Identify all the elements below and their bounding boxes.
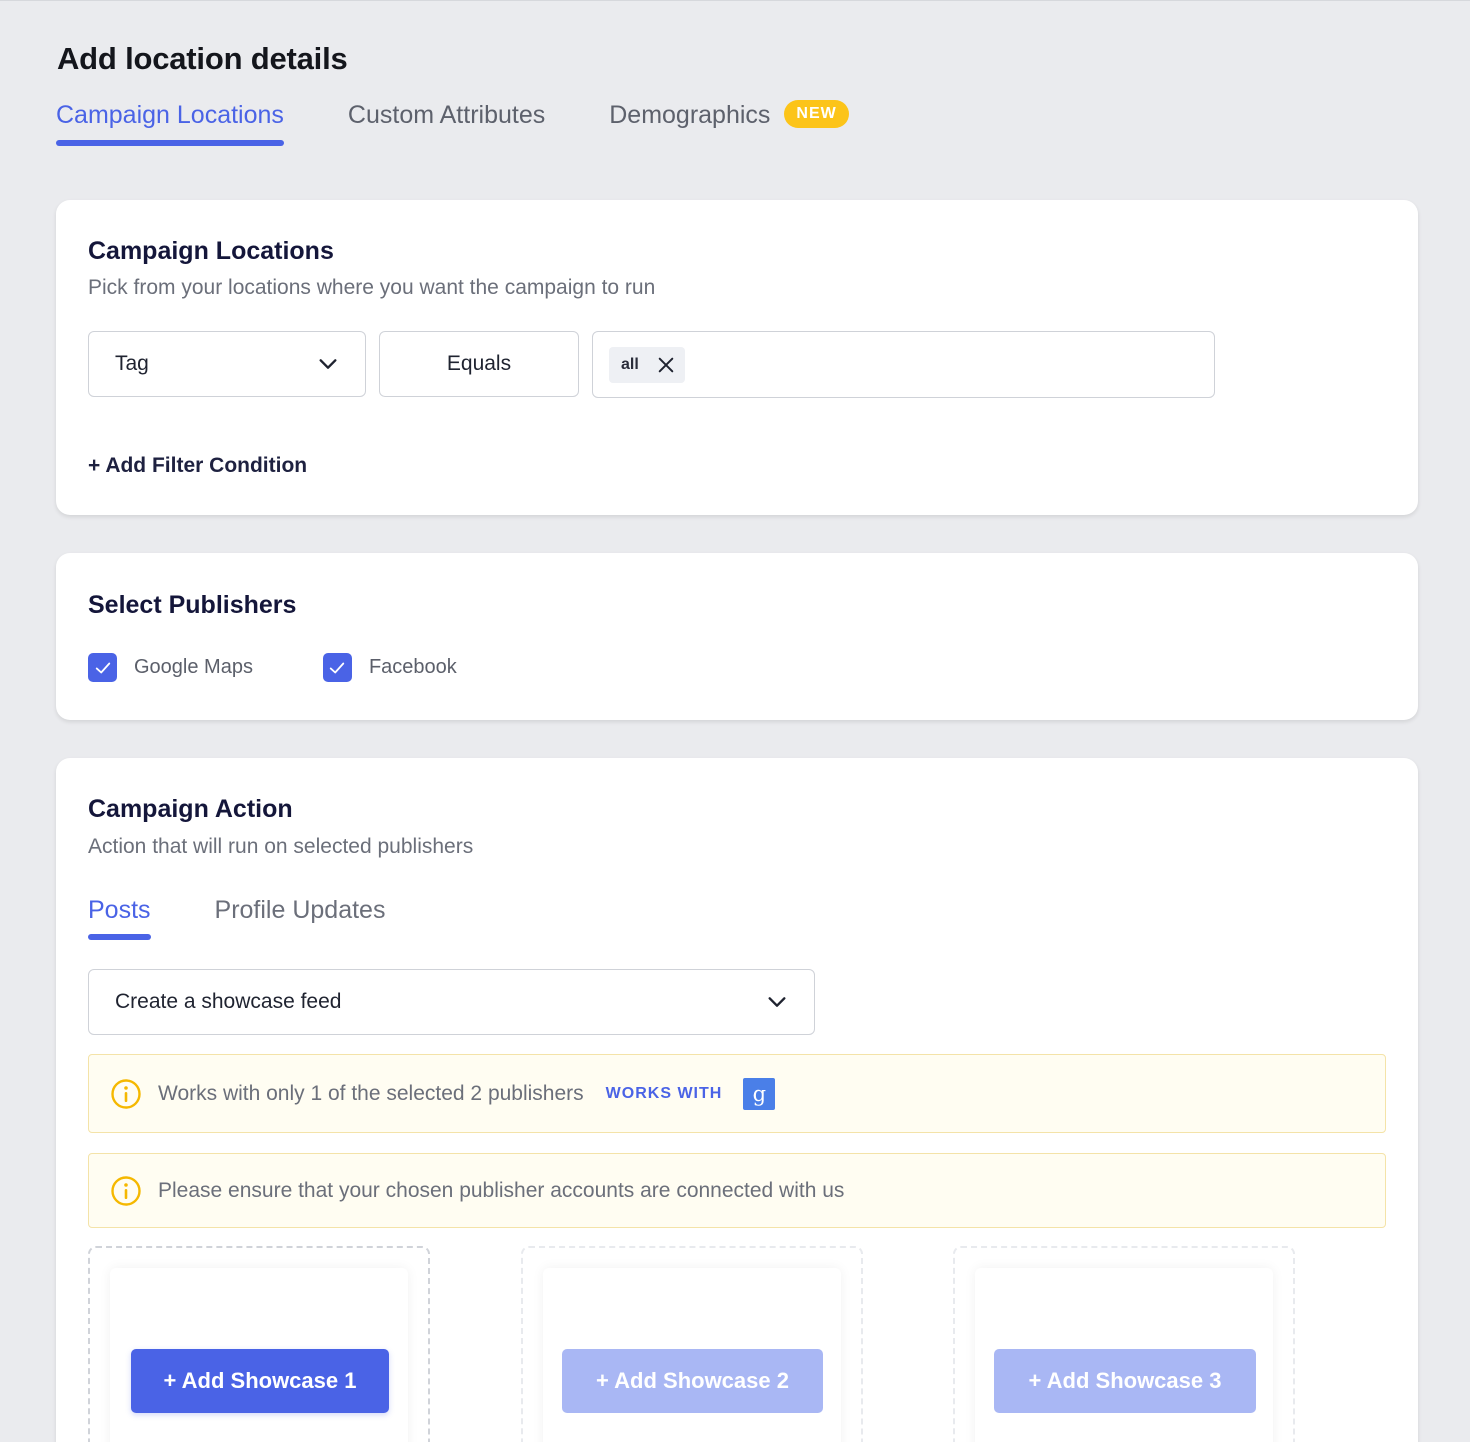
account-connection-alert: Please ensure that your chosen publisher… xyxy=(88,1153,1386,1228)
publisher-facebook[interactable]: Facebook xyxy=(322,653,457,682)
showcase-slot-1: + Add Showcase 1 xyxy=(88,1246,430,1442)
action-tabs: Posts Profile Updates xyxy=(88,896,449,940)
checkbox-checked-icon[interactable] xyxy=(322,653,352,682)
tab-label: Custom Attributes xyxy=(347,101,546,129)
select-publishers-card: Select Publishers Google Maps Facebook xyxy=(56,553,1418,720)
tag-chip: all xyxy=(609,346,685,383)
page-title: Add location details xyxy=(57,41,348,76)
tab-label: Campaign Locations xyxy=(56,101,284,129)
info-icon xyxy=(111,1175,141,1206)
add-showcase-1-button[interactable]: + Add Showcase 1 xyxy=(131,1349,389,1413)
tab-label: Demographics xyxy=(609,101,771,129)
info-icon xyxy=(111,1078,141,1109)
checkbox-checked-icon[interactable] xyxy=(88,653,117,682)
publisher-label: Facebook xyxy=(368,656,457,678)
tab-demographics[interactable]: Demographics NEW xyxy=(609,99,849,144)
showcase-slot-3: + Add Showcase 3 xyxy=(953,1246,1295,1442)
close-icon[interactable] xyxy=(657,356,675,374)
publisher-list: Google Maps Facebook xyxy=(88,653,527,682)
tab-posts[interactable]: Posts xyxy=(88,896,151,940)
works-with-label: WORKS WITH xyxy=(605,1084,723,1102)
chip-label: all xyxy=(621,355,639,373)
alert-text: Works with only 1 of the selected 2 publ… xyxy=(158,1081,584,1105)
card-subtitle: Action that will run on selected publish… xyxy=(88,835,474,858)
add-filter-condition-button[interactable]: + Add Filter Condition xyxy=(88,454,307,478)
page: Add location details Campaign Locations … xyxy=(0,0,1470,1442)
tab-campaign-locations[interactable]: Campaign Locations xyxy=(56,101,284,146)
action-type-value: Create a showcase feed xyxy=(115,990,342,1013)
filter-operator-value: Equals xyxy=(446,352,512,375)
card-subtitle: Pick from your locations where you want … xyxy=(88,276,656,299)
filter-field-value: Tag xyxy=(115,352,149,375)
google-icon: g xyxy=(743,1077,776,1110)
publisher-google-maps[interactable]: Google Maps xyxy=(88,653,253,682)
showcase-slot-2: + Add Showcase 2 xyxy=(521,1246,863,1442)
filter-operator-select[interactable]: Equals xyxy=(379,331,579,397)
action-type-select[interactable]: Create a showcase feed xyxy=(88,969,815,1035)
chevron-down-icon xyxy=(319,359,337,369)
add-showcase-3-button[interactable]: + Add Showcase 3 xyxy=(994,1349,1256,1413)
publisher-label: Google Maps xyxy=(134,656,253,678)
publisher-compat-alert: Works with only 1 of the selected 2 publ… xyxy=(88,1054,1386,1133)
tab-custom-attributes[interactable]: Custom Attributes xyxy=(348,101,545,144)
tab-profile-updates[interactable]: Profile Updates xyxy=(215,896,386,937)
card-title: Select Publishers xyxy=(88,591,297,619)
card-title: Campaign Action xyxy=(88,795,293,823)
filter-value-input[interactable]: all xyxy=(592,331,1215,398)
chevron-down-icon xyxy=(768,997,786,1007)
filter-field-select[interactable]: Tag xyxy=(88,331,366,397)
new-badge: NEW xyxy=(784,99,849,128)
campaign-locations-card: Campaign Locations Pick from your locati… xyxy=(56,200,1418,515)
campaign-action-card: Campaign Action Action that will run on … xyxy=(56,758,1418,1442)
card-title: Campaign Locations xyxy=(88,237,334,265)
add-showcase-2-button[interactable]: + Add Showcase 2 xyxy=(562,1349,823,1413)
alert-text: Please ensure that your chosen publisher… xyxy=(158,1178,845,1202)
main-tabs: Campaign Locations Custom Attributes Dem… xyxy=(56,99,913,146)
